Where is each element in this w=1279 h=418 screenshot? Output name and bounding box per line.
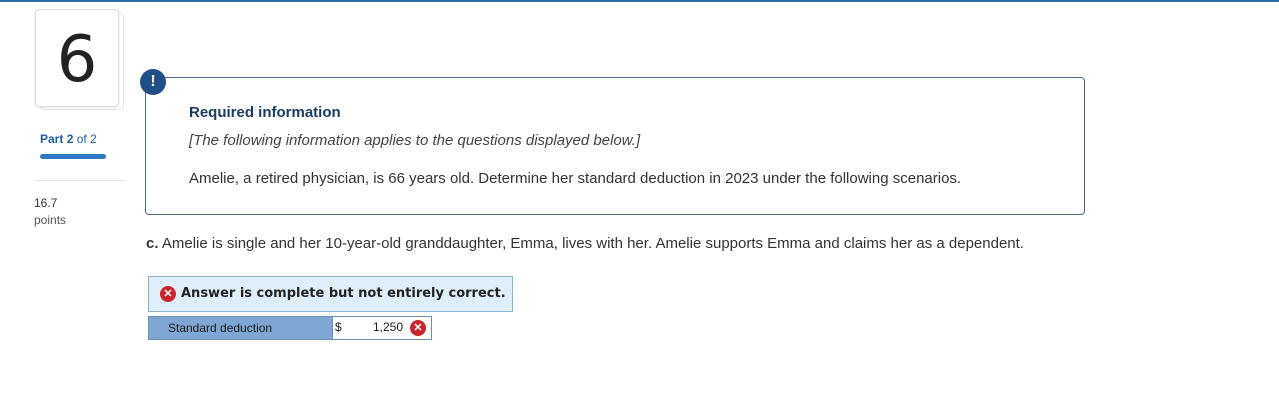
answer-value: 1,250 (373, 320, 404, 334)
answer-row: Standard deduction $ 1,250 ✕ (148, 316, 432, 340)
required-info-note: [The following information applies to th… (189, 132, 641, 149)
required-information-box: Required information [The following info… (145, 77, 1085, 215)
x-circle-icon: ✕ (160, 286, 176, 302)
x-circle-icon: ✕ (410, 320, 426, 336)
question-text: c. Amelie is single and her 10-year-old … (146, 235, 1024, 252)
points-label: points (34, 213, 67, 227)
required-info-title: Required information (189, 104, 341, 121)
part-progress-bar (40, 154, 106, 159)
question-body: Amelie is single and her 10-year-old gra… (161, 235, 1024, 252)
question-prefix: c. (146, 235, 159, 252)
currency-symbol: $ (335, 320, 342, 334)
part-indicator: Part 2 of 2 (40, 132, 97, 146)
required-info-body: Amelie, a retired physician, is 66 years… (189, 170, 962, 187)
question-number-card: 6 (35, 9, 119, 107)
answer-row-label: Standard deduction (149, 317, 332, 339)
top-border (0, 0, 1279, 2)
rail-divider (34, 180, 125, 181)
part-label: Part 2 (40, 132, 74, 146)
question-number: 6 (56, 23, 98, 97)
answer-input[interactable]: $ 1,250 ✕ (332, 317, 431, 339)
points-value: 16.7 (34, 196, 58, 210)
feedback-text: Answer is complete but not entirely corr… (181, 286, 506, 301)
part-of-text: of 2 (76, 132, 97, 146)
answer-feedback-banner: ✕ Answer is complete but not entirely co… (148, 276, 513, 312)
exclamation-icon: ! (140, 69, 166, 95)
